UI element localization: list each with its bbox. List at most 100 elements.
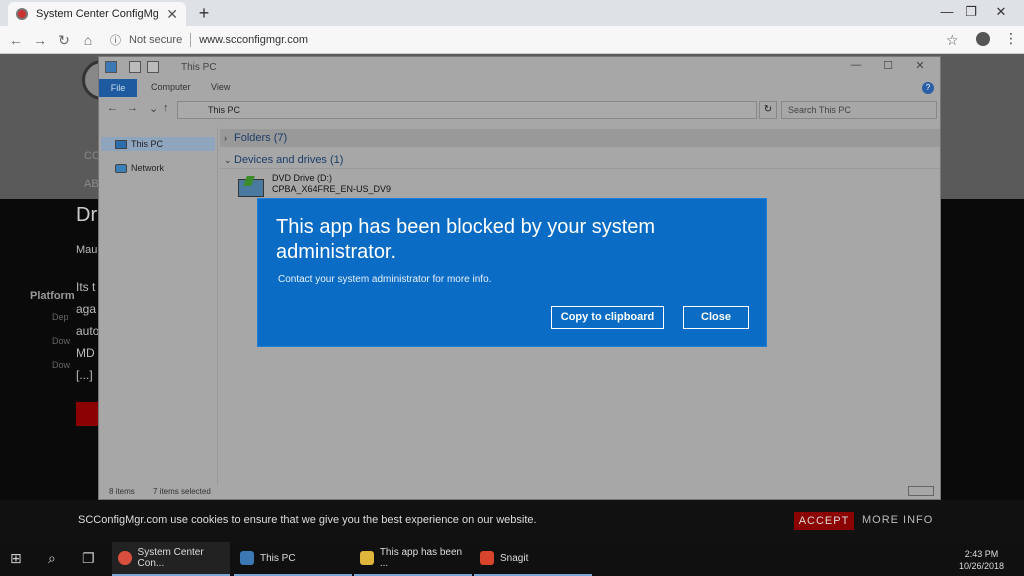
app-blocked-dialog: This app has been blocked by your system… xyxy=(257,198,767,347)
sidebar-item-2: Dow xyxy=(52,336,71,346)
taskbar-this-pc[interactable]: This PC xyxy=(234,542,352,576)
cookie-accept-button[interactable]: ACCEPT xyxy=(794,512,854,530)
browser-tab[interactable]: System Center ConfigMgr ✕ xyxy=(8,2,186,26)
snagit-icon xyxy=(480,551,494,565)
new-folder-icon[interactable] xyxy=(147,61,159,73)
tab-title: System Center ConfigMgr xyxy=(36,8,159,20)
view-toggle-icon[interactable] xyxy=(908,486,934,496)
system-clock[interactable]: 2:43 PM 10/26/2018 xyxy=(959,548,1004,572)
task-label: This app has been ... xyxy=(379,547,463,569)
forward-button[interactable]: → xyxy=(30,30,50,50)
bookmark-star-icon[interactable]: ☆ xyxy=(946,32,959,49)
taskbar-blocked-app[interactable]: This app has been ... xyxy=(354,542,472,576)
article-line-5: [...] xyxy=(76,368,93,382)
folder-icon xyxy=(360,551,374,565)
sidebar-title: Platform xyxy=(30,290,75,302)
explorer-navbar: ← → ⌄ ↑ This PC ↻ Search This PC xyxy=(99,99,940,121)
cookie-more-info-link[interactable]: MORE INFO xyxy=(862,514,933,526)
article-line-4: MD xyxy=(76,346,95,360)
group-label: Folders (7) xyxy=(234,132,288,144)
group-label: Devices and drives (1) xyxy=(234,154,344,166)
dialog-message: Contact your system administrator for mo… xyxy=(278,274,492,285)
explorer-titlebar: This PC — ☐ ✕ xyxy=(99,57,940,79)
explorer-back-icon[interactable]: ← xyxy=(107,102,118,114)
nav-item-this-pc[interactable]: This PC xyxy=(101,137,215,151)
ribbon-tab-view[interactable]: View xyxy=(211,82,230,92)
cookie-banner: SCConfigMgr.com use cookies to ensure th… xyxy=(0,500,1024,542)
this-pc-icon xyxy=(115,139,127,149)
dialog-close-button[interactable]: Close xyxy=(683,306,749,329)
explorer-search-input[interactable]: Search This PC xyxy=(781,101,937,119)
article-line-2: aga xyxy=(76,302,97,316)
taskbar-chrome[interactable]: System Center Con... xyxy=(112,542,230,576)
status-selected-count: 7 items selected xyxy=(153,487,211,496)
article-line-3: auto xyxy=(76,324,100,338)
windows-start-icon[interactable]: ⊞ xyxy=(10,550,22,567)
properties-icon[interactable] xyxy=(129,61,141,73)
task-label: System Center Con... xyxy=(137,547,204,569)
security-label: Not secure xyxy=(129,34,183,46)
info-icon[interactable]: ⓘ xyxy=(110,32,121,48)
nav-ghost-2: AB xyxy=(84,178,99,190)
group-devices[interactable]: ⌄ Devices and drives (1) xyxy=(220,151,940,169)
dvd-drive-item[interactable]: DVD Drive (D:) CPBA_X64FRE_EN-US_DV9 xyxy=(238,173,438,199)
taskbar-snagit[interactable]: Snagit xyxy=(474,542,592,576)
nav-item-network[interactable]: Network xyxy=(115,161,164,175)
up-arrow-icon[interactable]: ↑ xyxy=(163,102,169,114)
article-heading: Dr xyxy=(76,204,98,226)
explorer-close-button[interactable]: ✕ xyxy=(905,59,935,72)
group-folders[interactable]: › Folders (7) xyxy=(220,129,940,147)
browser-tabstrip: System Center ConfigMgr ✕ + — ❐ ✕ xyxy=(0,0,1024,26)
help-icon[interactable]: ? xyxy=(922,82,934,94)
chrome-icon xyxy=(118,551,132,565)
clock-time: 2:43 PM xyxy=(964,549,999,559)
explorer-forward-icon[interactable]: → xyxy=(127,102,138,114)
site-favicon-icon xyxy=(16,8,28,20)
address-bar[interactable]: ⓘ Not secure www.scconfigmgr.com xyxy=(104,30,972,50)
this-pc-icon xyxy=(240,551,254,565)
refresh-icon[interactable]: ↻ xyxy=(759,101,777,119)
computer-icon xyxy=(105,61,117,73)
cookie-message: SCConfigMgr.com use cookies to ensure th… xyxy=(78,514,537,526)
tab-close-icon[interactable]: ✕ xyxy=(166,6,178,23)
ribbon-tab-computer[interactable]: Computer xyxy=(151,82,191,92)
explorer-ribbon: File Computer View ? xyxy=(99,79,940,97)
sidebar-item-3: Dow xyxy=(52,360,71,370)
clock-date: 10/26/2018 xyxy=(958,561,1004,571)
search-icon[interactable]: ⌕ xyxy=(48,550,56,567)
article-line-1: Its t xyxy=(76,280,96,294)
ribbon-tab-file[interactable]: File xyxy=(99,79,137,97)
url-text: www.scconfigmgr.com xyxy=(199,34,309,46)
task-label: This PC xyxy=(260,552,296,564)
sidebar-item-1: Dep xyxy=(52,312,69,322)
navigation-pane: This PC Network xyxy=(101,127,217,485)
back-button[interactable]: ← xyxy=(6,30,26,50)
status-item-count: 8 items xyxy=(109,487,135,496)
omnibox-divider xyxy=(190,33,192,47)
article-author: Mau xyxy=(76,244,98,256)
explorer-title: This PC xyxy=(181,62,217,73)
nav-item-label: Network xyxy=(131,163,165,173)
network-icon xyxy=(115,163,127,173)
address-text: This PC xyxy=(208,105,241,115)
home-button[interactable]: ⌂ xyxy=(78,30,98,50)
drive-name: DVD Drive (D:) xyxy=(272,173,332,183)
task-label: Snagit xyxy=(500,552,529,564)
chevron-down-icon: ⌄ xyxy=(224,155,232,165)
new-tab-button[interactable]: + xyxy=(194,2,214,24)
profile-avatar-icon[interactable] xyxy=(976,32,990,46)
explorer-minimize-button[interactable]: — xyxy=(841,59,871,71)
browser-menu-icon[interactable]: ⋮ xyxy=(1004,30,1018,47)
recent-dropdown-icon[interactable]: ⌄ xyxy=(149,102,158,115)
chevron-right-icon: › xyxy=(224,133,227,143)
drive-label: CPBA_X64FRE_EN-US_DV9 xyxy=(272,184,392,194)
explorer-address-bar[interactable]: This PC xyxy=(177,101,757,119)
nav-item-label: This PC xyxy=(131,139,164,149)
explorer-maximize-button[interactable]: ☐ xyxy=(873,59,903,72)
browser-toolbar: ← → ↻ ⌂ ⓘ Not secure www.scconfigmgr.com… xyxy=(0,26,1024,54)
copy-to-clipboard-button[interactable]: Copy to clipboard xyxy=(551,306,664,329)
close-window-button[interactable]: ✕ xyxy=(978,0,1024,26)
reload-button[interactable]: ↻ xyxy=(54,30,74,50)
dialog-heading: This app has been blocked by your system… xyxy=(276,216,656,263)
task-view-icon[interactable]: ❐ xyxy=(82,550,95,567)
